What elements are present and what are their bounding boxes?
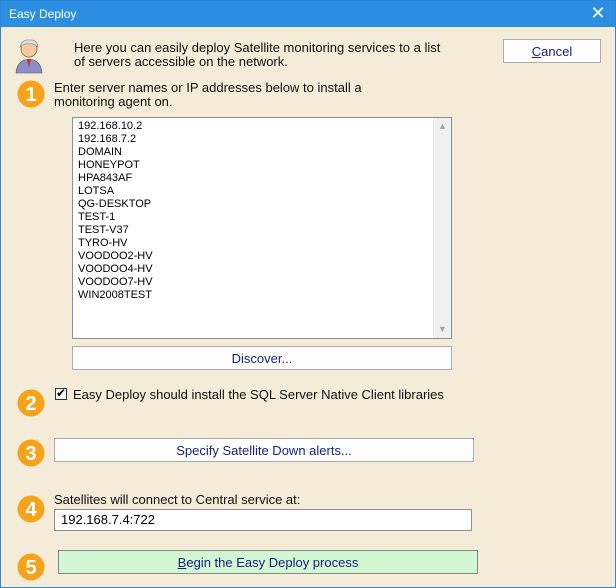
scroll-down-icon[interactable]: ▼ [434, 321, 451, 338]
step-4-badge: 4 [17, 495, 45, 523]
server-list-item[interactable]: LOTSA [78, 185, 153, 198]
step-5-number: 5 [25, 557, 36, 579]
window-title: Easy Deploy [9, 7, 77, 21]
server-list-items: 192.168.10.2 192.168.7.2 DOMAIN HONEYPOT HPA… [78, 120, 153, 302]
step-2-number: 2 [25, 393, 36, 415]
server-list-item[interactable]: HONEYPOT [78, 159, 153, 172]
step-1-badge: 1 [17, 80, 45, 108]
sql-native-client-label[interactable]: Easy Deploy should install the SQL Serve… [73, 387, 444, 402]
step-3-number: 3 [25, 443, 36, 465]
server-list-item[interactable]: QG-DESKTOP [78, 198, 153, 211]
begin-label-post: egin the Easy Deploy process [186, 554, 359, 570]
cancel-button[interactable]: Cancel [503, 39, 601, 63]
step-2-badge: 2 [17, 389, 45, 417]
user-avatar-icon [15, 39, 43, 74]
title-bar: Easy Deploy ✕ [1, 1, 615, 27]
central-service-label: Satellites will connect to Central servi… [54, 492, 301, 507]
dialog-body: Here you can easily deploy Satellite mon… [1, 27, 615, 587]
server-list-item[interactable]: HPA843AF [78, 172, 153, 185]
central-service-address-input[interactable]: 192.168.7.4:722 [54, 509, 472, 531]
step-3-badge: 3 [17, 439, 45, 467]
server-list-item[interactable]: VOODOO4-HV [78, 263, 153, 276]
step-4-number: 4 [25, 499, 37, 521]
server-list[interactable]: 192.168.10.2 192.168.7.2 DOMAIN HONEYPOT HPA… [72, 117, 452, 339]
cancel-accel: C [531, 43, 542, 59]
server-list-item[interactable]: VOODOO2-HV [78, 250, 153, 263]
close-icon[interactable]: ✕ [587, 4, 609, 24]
sql-native-client-checkbox[interactable]: ✔ [55, 386, 67, 400]
cancel-label-post: ancel [541, 43, 573, 59]
step-1-number: 1 [25, 84, 36, 106]
server-list-item[interactable]: TYRO-HV [78, 237, 153, 250]
specify-satellite-down-alerts-button[interactable]: Specify Satellite Down alerts... [54, 438, 474, 462]
discover-button[interactable]: Discover... [72, 346, 452, 370]
begin-easy-deploy-button[interactable]: Begin the Easy Deploy process [58, 550, 478, 574]
easy-deploy-window: Easy Deploy ✕ Here you can easily deploy… [0, 0, 616, 588]
step-5-badge: 5 [17, 553, 45, 581]
server-list-item[interactable]: WIN2008TEST [78, 289, 153, 302]
server-list-item[interactable]: TEST-V37 [78, 224, 153, 237]
step-1-text-line2: monitoring agent on. [54, 94, 173, 109]
scroll-up-icon[interactable]: ▲ [434, 118, 451, 135]
intro-text-line2: of servers accessible on the network. [74, 54, 288, 69]
server-list-scrollbar[interactable]: ▲ ▼ [433, 118, 451, 338]
step-1-text-line1: Enter server names or IP addresses below… [54, 80, 362, 95]
server-list-item[interactable]: DOMAIN [78, 146, 153, 159]
checkmark-icon: ✔ [56, 386, 67, 400]
intro-text-line1: Here you can easily deploy Satellite mon… [74, 40, 441, 55]
server-list-item[interactable]: 192.168.7.2 [78, 133, 153, 146]
server-list-item[interactable]: VOODOO7-HV [78, 276, 153, 289]
server-list-item[interactable]: TEST-1 [78, 211, 153, 224]
server-list-item[interactable]: 192.168.10.2 [78, 120, 153, 133]
